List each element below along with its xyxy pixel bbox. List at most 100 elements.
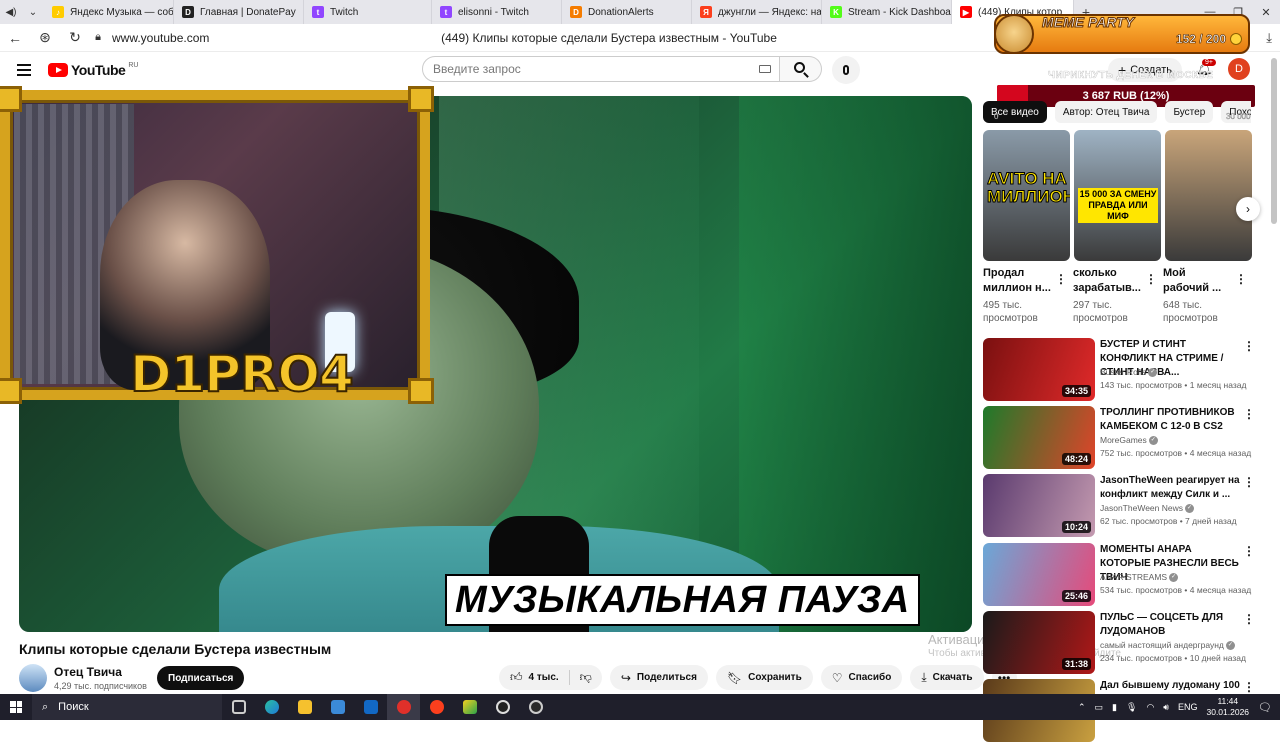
channel-avatar[interactable] — [19, 664, 47, 692]
yandex-icon[interactable] — [420, 694, 453, 720]
voice-search-button[interactable] — [832, 56, 860, 84]
short-title[interactable]: Продал миллион н... — [983, 266, 1053, 296]
notifications-badge: 9+ — [1202, 59, 1216, 66]
back-icon[interactable]: ← — [0, 24, 30, 52]
tray-chevron-icon[interactable]: ⌃ — [1078, 702, 1086, 713]
yandex-protect-icon[interactable]: ⊛ — [30, 24, 60, 52]
recommended-more-icon[interactable]: ⋮ — [1243, 612, 1255, 626]
short-title[interactable]: сколько зарабатыв... — [1073, 266, 1143, 296]
recommended-channel[interactable]: ANAR STREAMS ✓ — [1100, 572, 1179, 583]
wifi-icon[interactable]: ◠ — [1146, 702, 1154, 713]
close-window-icon[interactable]: ✕ — [1252, 0, 1280, 24]
verified-icon: ✓ — [1169, 573, 1179, 583]
short-title[interactable]: Мой рабочий ... — [1163, 266, 1233, 296]
browser-tab[interactable]: Яджунгли — Яндекс: наш — [692, 0, 822, 24]
yandex-browser-icon[interactable] — [387, 694, 420, 720]
video-thumbnail[interactable]: 31:38 — [983, 611, 1095, 674]
tab-favicon-icon: t — [440, 6, 452, 18]
short-thumbnail[interactable]: 15 000 ЗА СМЕНУ ПРАВДА ИЛИ МИФ — [1074, 130, 1161, 261]
browser-tab[interactable]: ♪ Яндекс Музыка — собир — [44, 0, 174, 24]
save-button[interactable]: 🔖︎ Сохранить — [715, 665, 813, 690]
recommended-video[interactable]: 34:35 БУСТЕР И СТИНТ КОНФЛИКТ НА СТРИМЕ /… — [983, 338, 1255, 402]
start-button[interactable] — [0, 694, 32, 720]
recommended-video[interactable]: 10:24 JasonTheWeen реагирует на конфликт … — [983, 474, 1255, 538]
short-more-icon[interactable]: ⋮ — [1055, 272, 1067, 286]
scrollbar[interactable] — [1271, 58, 1277, 224]
recommended-channel-name: самый настоящий андерграунд — [1100, 640, 1224, 650]
downloads-icon[interactable]: ⤓ — [1266, 30, 1272, 46]
video-thumbnail[interactable]: 34:35 — [983, 338, 1095, 401]
share-button[interactable]: ↪ Поделиться — [609, 665, 708, 690]
shorts-next-button[interactable]: › — [1236, 197, 1260, 221]
tab-list-chevron-icon[interactable]: ⌄ — [22, 0, 44, 24]
browser-tab[interactable]: D DonationAlerts — [562, 0, 692, 24]
recommended-channel[interactable]: Buster Rofls ✓ — [1100, 367, 1158, 378]
recommended-title[interactable]: Дал бывшему лудоману 100 — [1100, 679, 1240, 693]
recommended-video[interactable]: 48:24 ТРОЛЛИНГ ПРОТИВНИКОВ КАМБЕКОМ С 12-… — [983, 406, 1255, 470]
video-thumbnail[interactable]: 48:24 — [983, 406, 1095, 469]
short-more-icon[interactable]: ⋮ — [1145, 272, 1157, 286]
lock-icon[interactable]: 🔒︎ — [90, 24, 106, 52]
reload-icon[interactable]: ↻ — [60, 24, 90, 52]
language-indicator[interactable]: ENG — [1178, 702, 1198, 712]
shorts-shelf: AVITO НА МИЛЛИОН 15 000 ЗА СМЕНУ ПРАВДА И… — [983, 130, 1252, 261]
notifications-icon[interactable]: 🗨︎ — [1258, 701, 1272, 714]
browser-tab[interactable]: K Stream - Kick Dashboard — [822, 0, 952, 24]
like-button[interactable]: 👍︎ 4 тыс. — [510, 670, 570, 685]
thanks-button[interactable]: ♡ Спасибо — [820, 665, 903, 690]
tab-audio-icon[interactable]: ◀) — [0, 0, 22, 24]
short-more-icon[interactable]: ⋮ — [1235, 272, 1247, 286]
mail-icon[interactable] — [354, 694, 387, 720]
short-thumbnail[interactable]: AVITO НА МИЛЛИОН — [983, 130, 1070, 261]
edge-icon[interactable] — [255, 694, 288, 720]
recommended-more-icon[interactable]: ⋮ — [1243, 339, 1255, 353]
tab-favicon-icon: D — [182, 6, 194, 18]
task-view-icon[interactable] — [222, 694, 255, 720]
steam-icon[interactable] — [519, 694, 552, 720]
tab-label: Яндекс Музыка — собир — [70, 6, 174, 18]
browser-tab[interactable]: t elisonni - Twitch — [432, 0, 562, 24]
recommended-channel[interactable]: MoreGames ✓ — [1100, 435, 1158, 446]
avatar[interactable]: D — [1228, 58, 1250, 80]
recommended-more-icon[interactable]: ⋮ — [1243, 475, 1255, 489]
subscribe-button[interactable]: Подписаться — [157, 666, 245, 690]
recommended-channel[interactable]: самый настоящий андерграунд ✓ — [1100, 640, 1235, 651]
recommended-video[interactable]: 31:38 ПУЛЬС — СОЦСЕТЬ ДЛЯ ЛУДОМАНОВ самый … — [983, 611, 1255, 675]
clock[interactable]: 11:44 30.01.2026 — [1206, 696, 1249, 718]
mic-tray-icon[interactable]: 🎙︎ — [1126, 702, 1137, 713]
recommended-video[interactable]: 25:46 МОМЕНТЫ АНАРА КОТОРЫЕ РАЗНЕСЛИ ВЕСЬ… — [983, 543, 1255, 607]
taskbar-search[interactable]: ⌕ Поиск — [32, 694, 222, 720]
network-icon[interactable]: ▭ — [1095, 702, 1104, 713]
filter-chip[interactable]: Бустер — [1165, 101, 1214, 123]
dislike-button[interactable]: 👎︎ — [570, 670, 602, 685]
file-explorer-icon[interactable] — [288, 694, 321, 720]
volume-icon[interactable]: 🔊︎ — [1163, 702, 1169, 713]
filter-chip[interactable]: Автор: Отец Твича — [1054, 101, 1158, 123]
download-button[interactable]: ⤓ Скачать — [910, 665, 984, 690]
url-text[interactable]: www.youtube.com — [112, 31, 209, 45]
short-thumbnail[interactable] — [1165, 130, 1252, 261]
search-button[interactable] — [780, 56, 822, 82]
recommended-title[interactable]: ПУЛЬС — СОЦСЕТЬ ДЛЯ ЛУДОМАНОВ — [1100, 611, 1240, 639]
store-icon[interactable] — [321, 694, 354, 720]
recommended-more-icon[interactable]: ⋮ — [1243, 544, 1255, 558]
video-thumbnail[interactable]: 10:24 — [983, 474, 1095, 537]
filter-chip[interactable]: Все видео — [983, 101, 1047, 123]
battery-icon[interactable]: ▮ — [1112, 702, 1117, 713]
video-thumbnail[interactable]: 25:46 — [983, 543, 1095, 606]
recommended-title[interactable]: JasonTheWeen реагирует на конфликт между… — [1100, 474, 1240, 502]
search-input[interactable]: Введите запрос — [422, 56, 780, 82]
recommended-more-icon[interactable]: ⋮ — [1243, 680, 1255, 694]
app-icon-green[interactable] — [453, 694, 486, 720]
browser-tab[interactable]: t Twitch — [304, 0, 432, 24]
recommended-title[interactable]: ТРОЛЛИНГ ПРОТИВНИКОВ КАМБЕКОМ С 12-0 В C… — [1100, 406, 1240, 434]
menu-icon[interactable] — [0, 52, 48, 88]
recommended-channel[interactable]: JasonTheWeen News ✓ — [1100, 503, 1194, 514]
recommended-more-icon[interactable]: ⋮ — [1243, 407, 1255, 421]
tab-favicon-icon: Я — [700, 6, 712, 18]
browser-tab[interactable]: D Главная | DonatePay — [174, 0, 304, 24]
obs-icon[interactable] — [486, 694, 519, 720]
keyboard-icon[interactable] — [759, 65, 771, 73]
channel-name[interactable]: Отец Твича — [54, 665, 122, 679]
youtube-logo[interactable]: YouTube RU — [48, 62, 138, 78]
